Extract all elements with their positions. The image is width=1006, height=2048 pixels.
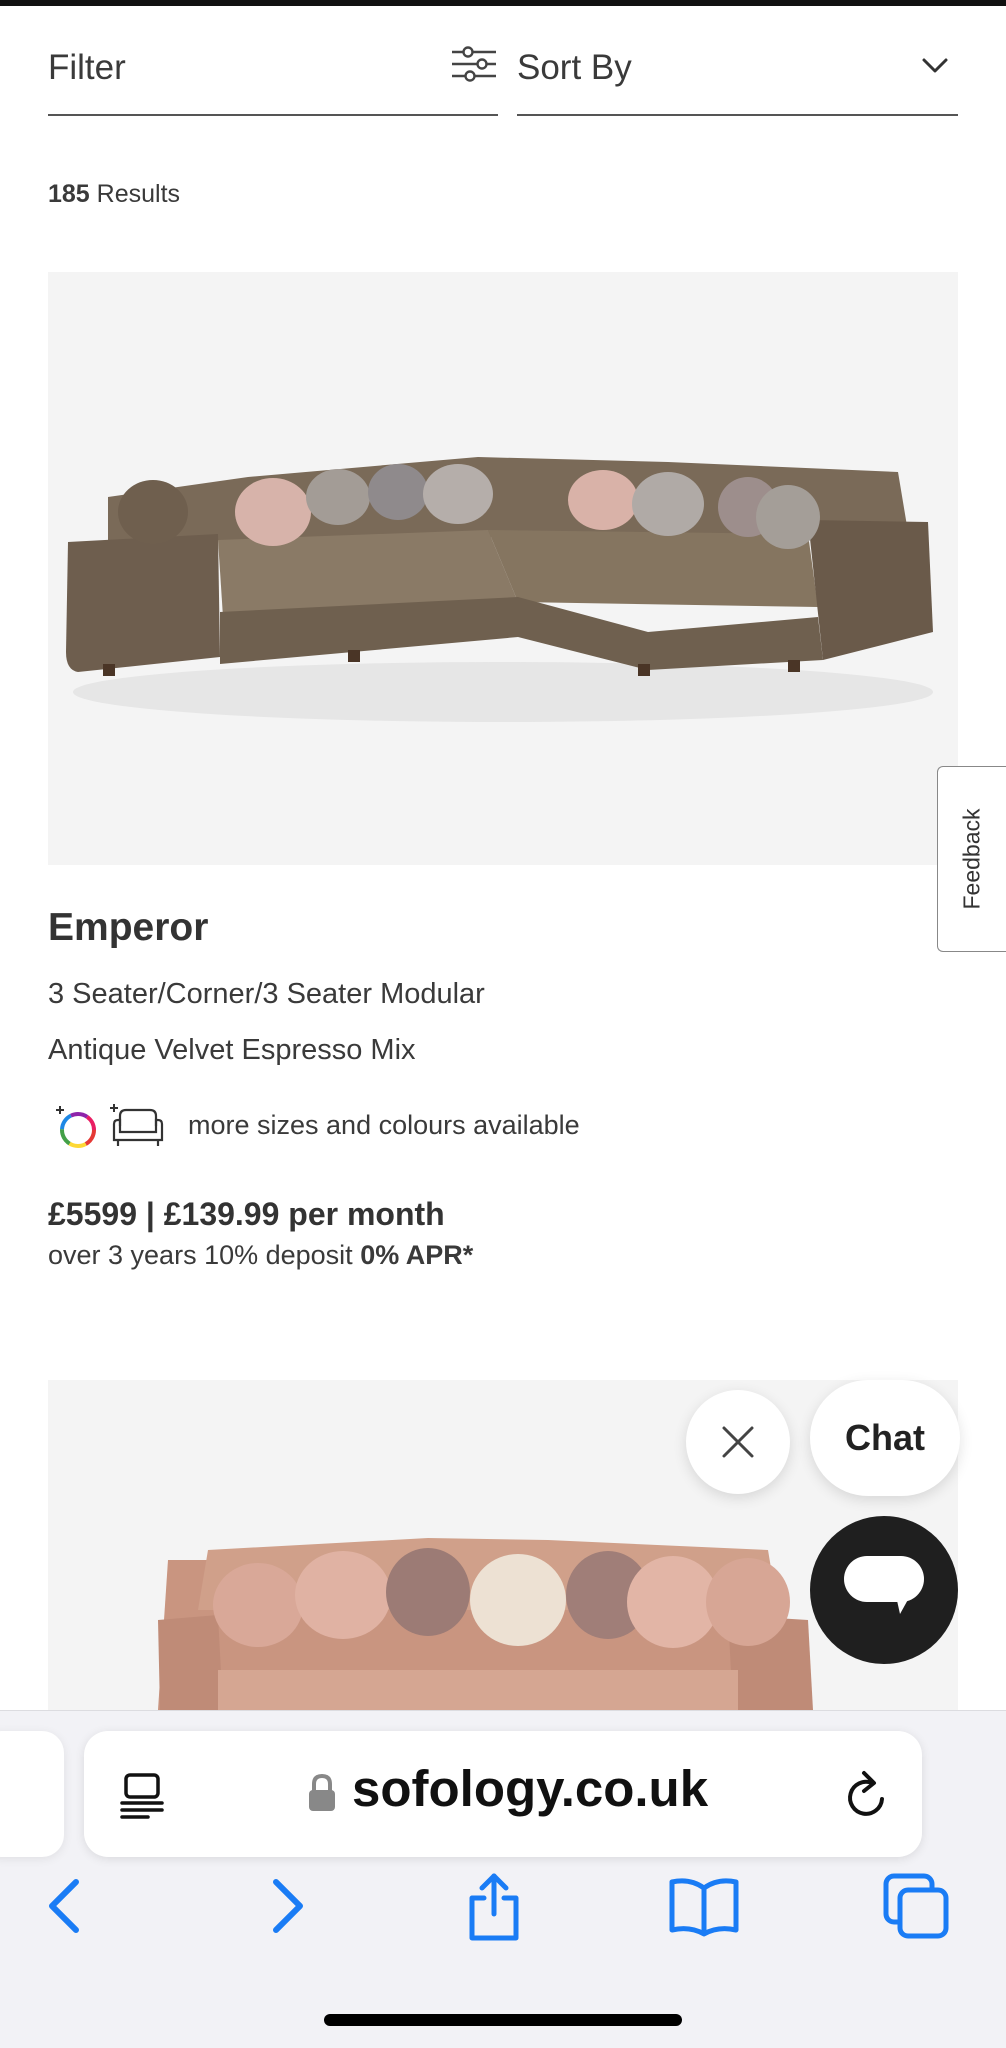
sort-label: Sort By <box>517 48 632 87</box>
colour-wheel-icon <box>56 1106 96 1148</box>
product-image-emperor[interactable] <box>48 272 958 865</box>
chevron-down-icon <box>922 58 948 73</box>
home-indicator <box>324 2014 682 2026</box>
tabs-icon[interactable] <box>880 1870 952 1942</box>
share-icon[interactable] <box>458 1870 530 1942</box>
product-configuration: 3 Seater/Corner/3 Seater Modular <box>48 978 485 1010</box>
product-price: £5599 | £139.99 per month <box>48 1196 445 1232</box>
results-label: Results <box>96 180 181 208</box>
reader-icon[interactable] <box>118 1771 166 1819</box>
top-bar <box>0 0 1006 6</box>
back-icon[interactable] <box>30 1870 102 1942</box>
filter-button[interactable]: Filter <box>48 30 498 116</box>
url-text: sofology.co.uk <box>352 1760 709 1817</box>
finance-info: over 3 years 10% deposit 0% APR* <box>48 1240 473 1271</box>
chat-close-button[interactable] <box>686 1390 790 1494</box>
bookmarks-icon[interactable] <box>668 1870 740 1942</box>
chat-launcher[interactable] <box>810 1516 958 1664</box>
forward-icon[interactable] <box>250 1870 322 1942</box>
chat-bubble-icon <box>844 1556 924 1614</box>
results-count: 185 Results <box>48 180 180 209</box>
filter-label: Filter <box>48 48 126 87</box>
chat-button[interactable]: Chat <box>810 1380 960 1496</box>
product-fabric: Antique Velvet Espresso Mix <box>48 1034 416 1066</box>
lock-icon <box>309 1773 335 1811</box>
feedback-tab[interactable]: Feedback <box>937 766 1006 952</box>
product-title[interactable]: Emperor <box>48 906 208 950</box>
feedback-label: Feedback <box>958 808 985 910</box>
close-icon <box>722 1426 754 1458</box>
finance-apr: 0% APR* <box>360 1240 474 1270</box>
results-number: 185 <box>48 180 90 208</box>
sofa-outline-icon <box>110 1104 164 1146</box>
sliders-icon <box>452 46 496 82</box>
address-bar[interactable]: sofology.co.uk <box>84 1731 922 1857</box>
finance-text: over 3 years 10% deposit <box>48 1240 353 1270</box>
sort-dropdown[interactable]: Sort By <box>517 30 958 116</box>
more-options-text: more sizes and colours available <box>188 1110 580 1140</box>
previous-tab-preview[interactable] <box>0 1731 64 1857</box>
reload-icon[interactable] <box>842 1769 892 1823</box>
browser-toolbar <box>0 1860 1006 1970</box>
sofa-image <box>66 457 933 722</box>
more-options-row[interactable]: more sizes and colours available <box>48 1098 648 1154</box>
